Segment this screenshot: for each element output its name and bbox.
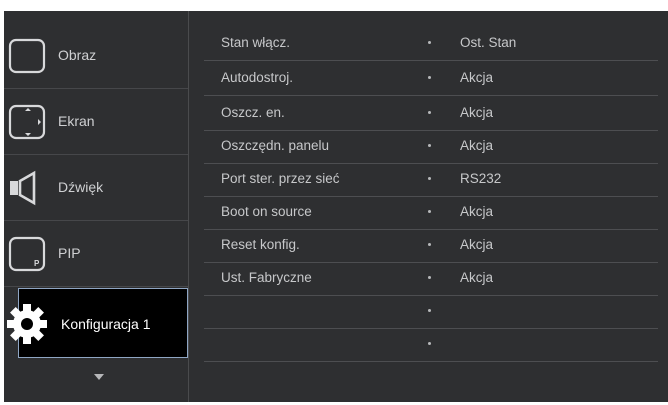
svg-text:P: P [34,259,40,268]
bullet-icon [428,41,431,44]
speaker-icon [10,170,36,206]
bullet-icon [428,177,431,180]
setting-value: Akcja [460,70,494,85]
setting-label: Boot on source [221,204,312,219]
osd-menu: Obraz Ekran Dźwięk P PIP Konfiguracja 1 … [4,11,668,402]
setting-label: Autodostroj. [221,70,294,85]
bullet-icon [428,76,431,79]
sidebar-item-label: Obraz [58,47,97,63]
setting-value: Akcja [460,204,494,219]
setting-row[interactable]: Autodostroj. Akcja [204,61,658,96]
sidebar-item-label: Konfiguracja 1 [61,316,151,332]
setting-row[interactable]: Reset konfig. Akcja [204,228,658,263]
setting-row[interactable]: Ust. Fabryczne Akcja [204,261,658,296]
sidebar-item-label: Dźwięk [58,179,104,195]
bullet-icon [428,111,431,114]
chevron-down-icon[interactable] [94,374,104,380]
bullet-icon [428,309,431,312]
sidebar-item-ekran[interactable]: Ekran [4,88,188,155]
bullet-icon [428,276,431,279]
pip-icon: P [8,236,46,272]
setting-row[interactable]: Port ster. przez sieć RS232 [204,162,658,197]
sidebar-item-label: PIP [58,245,81,261]
setting-label: Port ster. przez sieć [221,171,340,186]
setting-value: RS232 [460,171,502,186]
settings-list: Stan włącz. Ost. Stan Autodostroj. Akcja… [192,11,668,402]
setting-row[interactable]: Oszczędn. panelu Akcja [204,129,658,164]
bullet-icon [428,243,431,246]
setting-label: Reset konfig. [221,237,300,252]
screen-icon [8,104,46,140]
setting-row[interactable]: Boot on source Akcja [204,195,658,230]
setting-label: Oszczędn. panelu [221,138,330,153]
sidebar: Obraz Ekran Dźwięk P PIP Konfiguracja 1 [4,11,189,402]
setting-row[interactable]: Stan włącz. Ost. Stan [204,26,658,61]
sidebar-item-label: Ekran [58,113,95,129]
setting-value: Akcja [460,270,494,285]
bullet-icon [428,210,431,213]
setting-label: Ust. Fabryczne [221,270,312,285]
setting-label: Oszcz. en. [221,105,285,120]
sidebar-item-dzwiek[interactable]: Dźwięk [4,154,188,221]
picture-icon [8,38,46,74]
gear-icon [7,304,47,344]
setting-row-empty[interactable] [204,327,658,362]
setting-value: Akcja [460,105,494,120]
setting-label: Stan włącz. [221,35,291,50]
setting-value: Akcja [460,237,494,252]
sidebar-item-pip[interactable]: P PIP [4,220,188,287]
bullet-icon [428,144,431,147]
setting-row-empty[interactable] [204,294,658,329]
setting-value: Akcja [460,138,494,153]
setting-value: Ost. Stan [460,35,517,50]
sidebar-item-konfiguracja-1[interactable]: Konfiguracja 1 [7,288,188,358]
sidebar-item-obraz[interactable]: Obraz [4,22,188,89]
bullet-icon [428,342,431,345]
setting-row[interactable]: Oszcz. en. Akcja [204,96,658,131]
